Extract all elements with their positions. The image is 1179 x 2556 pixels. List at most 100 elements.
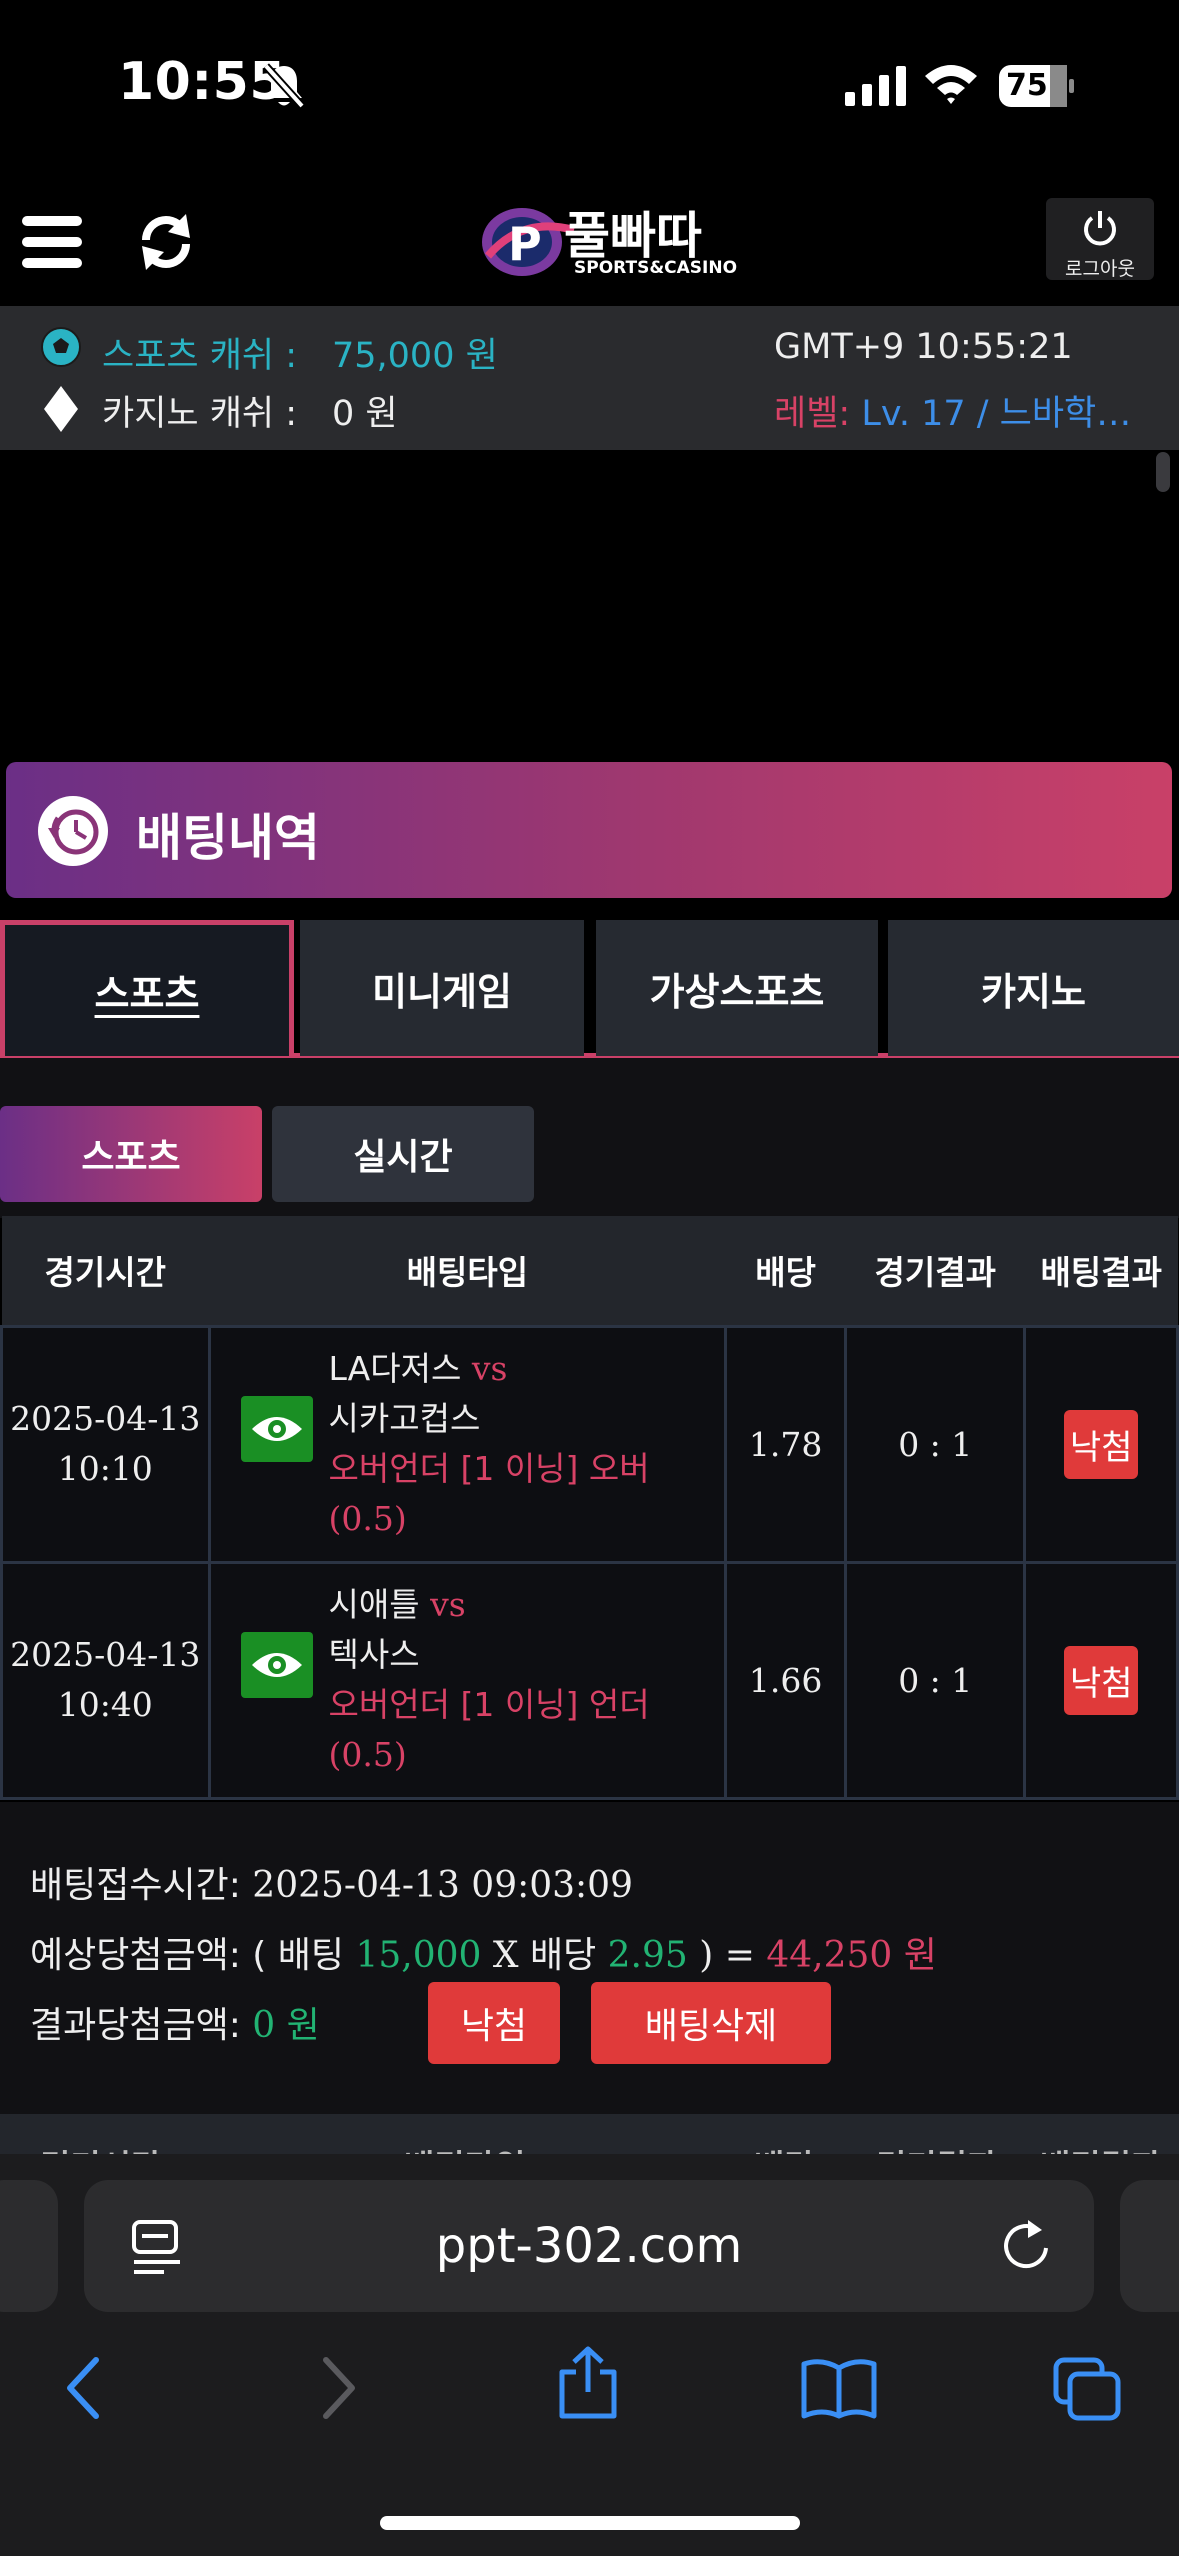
header-bet-type: 배팅타입 [209, 1216, 726, 1326]
next-table-header: 경기시간 배팅타입 배당 경기결과 배팅결과 [0, 2114, 1179, 2154]
next-header-bet-type: 배팅타입 [404, 2140, 525, 2154]
expected-win-line: 예상당첨금액: ( 배팅 15,000 X 배당 2.95 ) = 44,250… [30, 1926, 937, 1978]
level-value: Lv. 17 / 느바학… [861, 394, 1132, 434]
power-icon [1084, 211, 1116, 246]
score-cell: 0 : 1 [844, 1560, 1027, 1800]
vs-label: vs [430, 1585, 466, 1624]
away-team: 텍사스 [328, 1635, 420, 1674]
site-logo[interactable]: P 풀빠따 SPORTS&CASINO [478, 196, 738, 286]
forward-icon[interactable] [318, 2356, 358, 2420]
home-team: 시애틀 [328, 1585, 420, 1624]
expected-label: 예상당첨금액: ( 배팅 [30, 1935, 356, 1976]
hamburger-menu-icon[interactable] [22, 214, 82, 270]
header-bet-result: 배팅결과 [1024, 1216, 1178, 1326]
match-time: 10:10 [57, 1449, 153, 1488]
total-odds-value: 2.95 [607, 1935, 688, 1976]
bet-result-cell: 낙첨 [1023, 1324, 1179, 1564]
result-label: 결과당첨금액: [30, 2005, 253, 2046]
lose-badge: 낙첨 [1063, 1409, 1139, 1479]
address-url: ppt-302.com [435, 2218, 743, 2274]
reload-icon[interactable] [998, 2212, 1054, 2274]
next-tab-preview[interactable] [1120, 2180, 1179, 2312]
bet-type-cell: 시애틀 vs 텍사스 오버언더 [1 이닝] 언더 (0.5) [207, 1560, 728, 1800]
tab-virtual-sports[interactable]: 가상스포츠 [596, 920, 878, 1056]
wifi-icon [925, 65, 977, 104]
bet-type-text: 오버언더 [1 이닝] 언더 [328, 1685, 650, 1724]
logout-button[interactable]: 로그아웃 [1046, 198, 1154, 280]
section-title: 배팅내역 [136, 809, 320, 867]
sports-cash-label: 스포츠 캐쉬 : [102, 336, 298, 376]
status-time: 10:55 [118, 52, 287, 112]
battery-indicator: 75 [998, 64, 1076, 108]
bet-line: (0.5) [328, 1499, 407, 1538]
casino-cash-label: 카지노 캐쉬 : [102, 394, 298, 434]
home-team: LA다저스 [328, 1349, 462, 1388]
received-label: 배팅접수시간: [30, 1865, 253, 1906]
match-time-cell: 2025-04-13 10:10 [0, 1324, 211, 1564]
match-time: 10:40 [57, 1685, 153, 1724]
match-time-cell: 2025-04-13 10:40 [0, 1560, 211, 1800]
bet-line: (0.5) [328, 1735, 407, 1774]
bet-history-table: 경기시간 배팅타입 배당 경기결과 배팅결과 2025-04-13 10:10 [0, 1216, 1179, 1800]
bet-result-cell: 낙첨 [1023, 1560, 1179, 1800]
subtab-sports[interactable]: 스포츠 [0, 1106, 262, 1202]
table-row: 2025-04-13 10:10 LA다저스 vs 시카고컵스 오버언더 [1 … [0, 1324, 1179, 1564]
back-icon[interactable] [64, 2356, 104, 2420]
level-prefix: 레벨: [774, 394, 862, 434]
stake-value: 15,000 [355, 1935, 482, 1976]
next-header-match-result: 경기결과 [876, 2140, 997, 2154]
tab-sports[interactable]: 스포츠 [0, 920, 294, 1056]
sports-cash-value: 75,000 원 [332, 336, 498, 376]
cellular-signal-icon [845, 66, 906, 106]
eye-icon [251, 1417, 302, 1441]
tabs-overview-icon[interactable] [1052, 2356, 1122, 2422]
received-time-line: 배팅접수시간: 2025-04-13 09:03:09 [30, 1856, 633, 1908]
away-team: 시카고컵스 [328, 1399, 481, 1438]
home-indicator[interactable] [380, 2516, 800, 2530]
view-details-button[interactable] [240, 1396, 313, 1462]
x-odds-label: X 배당 [481, 1935, 608, 1976]
logout-label: 로그아웃 [1065, 258, 1135, 280]
table-header-row: 경기시간 배팅타입 배당 경기결과 배팅결과 [1, 1216, 1178, 1326]
next-header-odds: 배당 [754, 2140, 815, 2154]
server-clock: GMT+9 10:55:21 [774, 327, 1073, 367]
next-header-bet-result: 배팅결과 [1040, 2140, 1161, 2154]
previous-tab-preview[interactable] [0, 2180, 58, 2312]
table-row: 2025-04-13 10:40 시애틀 vs 텍사스 오버언더 [1 이닝] … [0, 1560, 1179, 1800]
battery-level: 75 [1006, 68, 1048, 103]
diamond-icon [44, 386, 78, 432]
bet-type-cell: LA다저스 vs 시카고컵스 오버언더 [1 이닝] 오버 (0.5) [207, 1324, 728, 1564]
header-match-result: 경기결과 [845, 1216, 1025, 1326]
eye-icon [251, 1653, 302, 1677]
share-icon[interactable] [556, 2346, 620, 2420]
bookmarks-icon[interactable] [800, 2356, 878, 2420]
scroll-thumb[interactable] [1156, 452, 1170, 492]
casino-cash-value: 0 원 [332, 394, 398, 434]
odds-cell: 1.66 [724, 1560, 848, 1800]
match-date: 2025-04-13 [10, 1399, 201, 1438]
received-value: 2025-04-13 09:03:09 [252, 1865, 633, 1906]
tab-minigame[interactable]: 미니게임 [300, 920, 584, 1056]
match-date: 2025-04-13 [10, 1635, 201, 1674]
vs-label: vs [471, 1349, 508, 1388]
user-level: 레벨: Lv. 17 / 느바학… [774, 385, 1144, 436]
refresh-icon[interactable] [138, 212, 194, 272]
lose-status-button[interactable]: 낙첨 [428, 1982, 560, 2064]
odds-cell: 1.78 [724, 1324, 848, 1564]
delete-bet-button[interactable]: 배팅삭제 [591, 1982, 831, 2064]
result-win-line: 결과당첨금액: 0 원 [30, 1996, 320, 2048]
subtab-live[interactable]: 실시간 [272, 1106, 534, 1202]
history-clock-icon [38, 796, 108, 866]
svg-text:P: P [508, 217, 542, 271]
result-value: 0 원 [252, 2005, 320, 2046]
lose-badge: 낙첨 [1063, 1645, 1139, 1715]
logo-subtext: SPORTS&CASINO [574, 258, 738, 278]
tab-casino[interactable]: 카지노 [888, 920, 1179, 1056]
equals-label: ) = [687, 1935, 767, 1976]
next-header-match-time: 경기시간 [40, 2140, 161, 2154]
soccer-ball-icon [41, 327, 81, 367]
bell-muted-icon [263, 63, 305, 109]
header-match-time: 경기시간 [1, 1216, 210, 1326]
bet-type-text: 오버언더 [1 이닝] 오버 [328, 1449, 650, 1488]
view-details-button[interactable] [240, 1632, 313, 1698]
